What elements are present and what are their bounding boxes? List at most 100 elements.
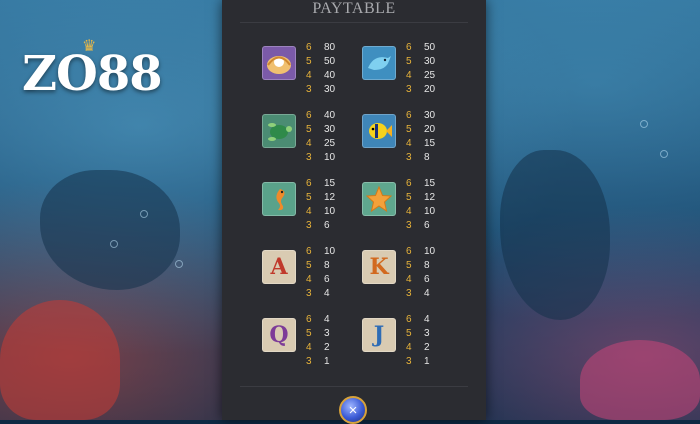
payout-row: 5 50 bbox=[306, 55, 335, 69]
paytable-entry-dolphin: 6 50 5 30 4 25 3 20 bbox=[362, 41, 472, 101]
payout-value: 15 bbox=[424, 138, 436, 149]
match-count: 3 bbox=[306, 288, 312, 299]
match-count: 4 bbox=[406, 206, 412, 217]
payout-row: 34 bbox=[406, 287, 435, 301]
payout-value: 2 bbox=[324, 342, 330, 353]
bubble bbox=[140, 210, 148, 218]
payout-row: 6 30 bbox=[406, 109, 435, 123]
match-count: 5 bbox=[306, 192, 312, 203]
bubble bbox=[175, 260, 183, 268]
match-count: 4 bbox=[306, 138, 312, 149]
payout-value: 15 bbox=[424, 178, 436, 189]
match-count: 6 bbox=[306, 110, 312, 121]
match-count: 5 bbox=[306, 124, 312, 135]
match-count: 5 bbox=[406, 192, 412, 203]
match-count: 6 bbox=[306, 42, 312, 53]
payout-row: 31 bbox=[306, 355, 330, 369]
background-coral bbox=[0, 300, 120, 420]
letter-j-icon: J bbox=[362, 318, 396, 352]
payout-row: 38 bbox=[406, 151, 435, 165]
payout-row: 46 bbox=[306, 273, 335, 287]
bubble bbox=[640, 120, 648, 128]
payout-row: 5 20 bbox=[406, 123, 435, 137]
payout-row: 5 12 bbox=[406, 191, 435, 205]
payout-row: 4 10 bbox=[406, 205, 435, 219]
paytable-entry-letter-a: A 6 10 5 8 4 6 3 4 bbox=[262, 245, 372, 305]
payout-row: 64 bbox=[306, 313, 330, 327]
payout-value: 6 bbox=[324, 274, 330, 285]
pearl-shell-icon bbox=[262, 46, 296, 80]
match-count: 6 bbox=[306, 314, 312, 325]
payout-row: 3 20 bbox=[406, 83, 435, 97]
match-count: 3 bbox=[306, 84, 312, 95]
payout-value: 10 bbox=[324, 206, 336, 217]
payout-row: 42 bbox=[306, 341, 330, 355]
payout-value: 3 bbox=[324, 328, 330, 339]
payout-list: 6 15 5 12 4 10 3 6 bbox=[406, 177, 435, 233]
paytable-entry-tropical-fish: 6 30 5 20 4 15 3 8 bbox=[362, 109, 472, 169]
payout-row: 5 30 bbox=[406, 55, 435, 69]
seahorse-icon bbox=[262, 182, 296, 216]
payout-value: 10 bbox=[424, 246, 436, 257]
payout-row: 4 10 bbox=[306, 205, 335, 219]
match-count: 6 bbox=[306, 178, 312, 189]
starfish-icon bbox=[362, 182, 396, 216]
payout-value: 30 bbox=[324, 84, 336, 95]
match-count: 6 bbox=[406, 314, 412, 325]
match-count: 3 bbox=[406, 84, 412, 95]
payout-row: 31 bbox=[406, 355, 430, 369]
payout-list: 6 80 5 50 4 40 3 30 bbox=[306, 41, 335, 97]
paytable-entry-turtle: 6 40 5 30 4 25 3 10 bbox=[262, 109, 372, 169]
payout-value: 2 bbox=[424, 342, 430, 353]
payout-row: 34 bbox=[306, 287, 335, 301]
tropical-fish-icon bbox=[362, 114, 396, 148]
match-count: 3 bbox=[406, 220, 412, 231]
payout-row: 4 25 bbox=[406, 69, 435, 83]
payout-row: 4 25 bbox=[306, 137, 335, 151]
payout-value: 12 bbox=[424, 192, 436, 203]
payout-list: 64534231 bbox=[406, 313, 430, 369]
payout-value: 20 bbox=[424, 124, 436, 135]
payout-row: 36 bbox=[306, 219, 335, 233]
turtle-icon bbox=[262, 114, 296, 148]
payout-value: 3 bbox=[424, 328, 430, 339]
payout-row: 6 40 bbox=[306, 109, 335, 123]
payout-row: 5 12 bbox=[306, 191, 335, 205]
payout-value: 1 bbox=[424, 356, 430, 367]
match-count: 3 bbox=[406, 356, 412, 367]
match-count: 4 bbox=[406, 138, 412, 149]
payout-value: 8 bbox=[324, 260, 330, 271]
payout-value: 4 bbox=[424, 288, 430, 299]
match-count: 3 bbox=[306, 220, 312, 231]
payout-row: 58 bbox=[406, 259, 435, 273]
paytable-entry-letter-k: K 6 10 5 8 4 6 3 4 bbox=[362, 245, 472, 305]
match-count: 4 bbox=[306, 206, 312, 217]
letter-a-icon: A bbox=[262, 250, 296, 284]
payout-value: 50 bbox=[424, 42, 436, 53]
payout-value: 6 bbox=[424, 220, 430, 231]
payout-row: 6 50 bbox=[406, 41, 435, 55]
payout-value: 4 bbox=[324, 288, 330, 299]
match-count: 4 bbox=[406, 274, 412, 285]
match-count: 5 bbox=[406, 124, 412, 135]
brand-logo: ♛ ZO88 bbox=[22, 38, 163, 102]
payout-row: 6 10 bbox=[406, 245, 435, 259]
paytable-entry-letter-q: Q64534231 bbox=[262, 313, 372, 373]
match-count: 4 bbox=[306, 342, 312, 353]
match-count: 3 bbox=[406, 152, 412, 163]
payout-row: 53 bbox=[406, 327, 430, 341]
payout-value: 30 bbox=[424, 56, 436, 67]
payout-row: 58 bbox=[306, 259, 335, 273]
dolphin-icon bbox=[362, 46, 396, 80]
match-count: 6 bbox=[406, 178, 412, 189]
payout-value: 1 bbox=[324, 356, 330, 367]
background-coral bbox=[580, 340, 700, 420]
payout-row: 42 bbox=[406, 341, 430, 355]
payout-row: 6 15 bbox=[306, 177, 335, 191]
bubble bbox=[660, 150, 668, 158]
paytable-entry-letter-j: J64534231 bbox=[362, 313, 472, 373]
match-count: 6 bbox=[406, 110, 412, 121]
payout-value: 4 bbox=[324, 314, 330, 325]
payout-list: 6 15 5 12 4 10 3 6 bbox=[306, 177, 335, 233]
payout-row: 53 bbox=[306, 327, 330, 341]
